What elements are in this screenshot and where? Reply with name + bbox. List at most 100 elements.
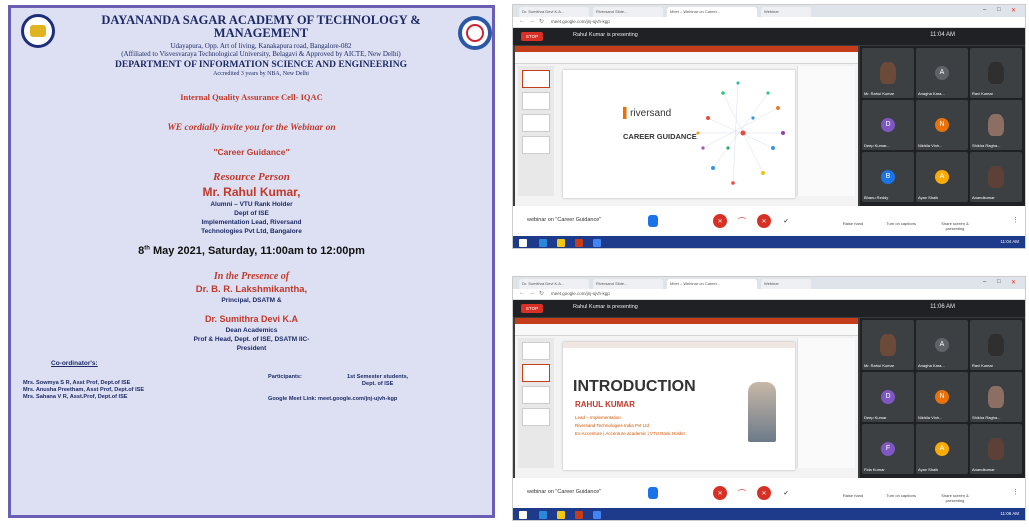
captions-label[interactable]: Turn on captions [883, 493, 919, 498]
slide-thumbnail[interactable] [522, 342, 550, 360]
slide-title: CAREER GUIDANCE [623, 132, 697, 141]
back-icon[interactable]: ← [519, 290, 525, 296]
browser-tab[interactable]: Riversand Slide... [593, 279, 663, 289]
edge-icon[interactable] [539, 511, 547, 519]
speaker-photo [748, 382, 776, 442]
principal-role: Principal, DSATM & [221, 297, 282, 304]
stop-presenting-button[interactable]: STOP [521, 304, 543, 313]
browser-tab[interactable]: Riversand Slide... [593, 7, 663, 17]
maximize-icon[interactable]: □ [997, 7, 1001, 13]
browser-tab-active[interactable]: Meet – Webinar on Career... [667, 7, 757, 17]
raise-hand-button[interactable]: Raise hand [835, 493, 871, 498]
participant-tile[interactable]: Mr. Rahul Kumar [862, 48, 914, 98]
windows-start-icon[interactable] [519, 511, 527, 519]
participant-tile[interactable]: F Fida Kumar [862, 424, 914, 474]
minimize-icon[interactable]: – [983, 279, 986, 285]
mic-off-button[interactable]: ✕ [713, 486, 727, 500]
forward-icon[interactable]: → [529, 290, 535, 296]
participant-tile[interactable]: A Ayan Shaik [916, 424, 968, 474]
participant-tile[interactable]: Ravi Kumar [970, 320, 1022, 370]
address-bar[interactable]: ← → ↻ meet.google.com/jnj-ujvh-kgp [513, 289, 1025, 300]
browser-tab[interactable]: Webinar [761, 279, 811, 289]
meet-link: Google Meet Link: meet.google.com/jnj-uj… [268, 396, 398, 402]
more-options-icon[interactable]: ⋮ [1012, 216, 1019, 224]
participant-tile[interactable]: A Anagha Kara... [916, 48, 968, 98]
close-icon[interactable]: ✕ [1011, 279, 1016, 286]
mic-off-button[interactable]: ✕ [713, 214, 727, 228]
windows-start-icon[interactable] [519, 239, 527, 247]
participant-video [988, 438, 1004, 460]
slide-thumbnail[interactable] [522, 136, 550, 154]
participant-tile[interactable]: D Deep Kumar [862, 372, 914, 422]
close-icon[interactable]: ✕ [1011, 7, 1016, 14]
participant-tile[interactable]: Shikha Ragha... [970, 100, 1022, 150]
slide-thumbnail[interactable] [522, 114, 550, 132]
participant-tile[interactable]: A Anagha Kara... [916, 320, 968, 370]
participant-tile[interactable]: Anandkumar [970, 424, 1022, 474]
camera-off-button[interactable]: ✕ [757, 214, 771, 228]
slide-thumbnail[interactable] [522, 92, 550, 110]
meet-controls: webinar on "Career Guidance" ✕ ⌒ ✕ ✔ Rai… [513, 478, 1025, 508]
participant-tile[interactable]: N Nikhila Vinh... [916, 100, 968, 150]
participant-tile[interactable]: B Bhanu Reddy [862, 152, 914, 202]
participant-tile[interactable]: Mr. Rahul Kumar [862, 320, 914, 370]
edge-icon[interactable] [539, 239, 547, 247]
browser-tab[interactable]: Dr. Sumithra Devi K.A... [519, 7, 589, 17]
captions-label[interactable]: Turn on captions [883, 221, 919, 226]
captions-button[interactable]: ✔ [779, 486, 793, 500]
address-bar[interactable]: ← → ↻ meet.google.com/jnj-ujvh-kgp [513, 17, 1025, 28]
iqac-heading: Internal Quality Assurance Cell- IQAC [180, 92, 323, 102]
current-slide: ▌riversand CAREER GUIDANCE [563, 70, 795, 198]
participant-tile[interactable]: Ravi Kumar [970, 48, 1022, 98]
folder-icon[interactable] [557, 239, 565, 247]
shield-icon[interactable] [648, 215, 658, 227]
department-name: DEPARTMENT OF INFORMATION SCIENCE AND EN… [115, 60, 407, 70]
camera-off-button[interactable]: ✕ [757, 486, 771, 500]
url-text[interactable]: meet.google.com/jnj-ujvh-kgp [551, 291, 851, 298]
url-text[interactable]: meet.google.com/jnj-ujvh-kgp [551, 19, 851, 26]
powerpoint-icon[interactable] [575, 511, 583, 519]
browser-tab[interactable]: Webinar [761, 7, 811, 17]
participant-tile[interactable]: Shikha Ragha... [970, 372, 1022, 422]
shield-icon[interactable] [648, 487, 658, 499]
reload-icon[interactable]: ↻ [539, 290, 544, 297]
webinar-title: "Career Guidance" [213, 147, 290, 157]
participant-tile[interactable]: N Nikhila Vinh... [916, 372, 968, 422]
folder-icon[interactable] [557, 511, 565, 519]
maximize-icon[interactable]: □ [997, 279, 1001, 285]
slide-thumbnail[interactable] [522, 408, 550, 426]
participant-video [988, 114, 1004, 136]
browser-tab[interactable]: Dr. Sumithra Devi K.A... [519, 279, 589, 289]
end-call-button[interactable]: ⌒ [735, 214, 749, 228]
reload-icon[interactable]: ↻ [539, 18, 544, 25]
presence-heading: In the Presence of [213, 271, 290, 282]
stop-presenting-button[interactable]: STOP [521, 32, 543, 41]
meeting-time: 11:04 AM [930, 32, 955, 38]
meet-screenshot-2: Dr. Sumithra Devi K.A... Riversand Slide… [512, 276, 1026, 521]
more-options-icon[interactable]: ⋮ [1012, 488, 1019, 496]
back-icon[interactable]: ← [519, 18, 525, 24]
resource-person-heading: Resource Person [213, 171, 290, 183]
participant-video [880, 334, 896, 356]
end-call-button[interactable]: ⌒ [735, 486, 749, 500]
powerpoint-icon[interactable] [575, 239, 583, 247]
participant-tile[interactable]: Anandkumar [970, 152, 1022, 202]
slide-thumbnail[interactable] [522, 386, 550, 404]
participant-video [988, 334, 1004, 356]
slide-thumbnail[interactable] [522, 70, 550, 88]
raise-hand-button[interactable]: Raise hand [835, 221, 871, 226]
browser-tab-active[interactable]: Meet – Webinar on Career... [667, 279, 757, 289]
participant-tile[interactable]: A Ayan Shaik [916, 152, 968, 202]
chrome-icon[interactable] [593, 239, 601, 247]
present-button[interactable]: Share screen & presenting [937, 221, 973, 231]
ppt-side-panel [797, 66, 855, 196]
present-button[interactable]: Share screen & presenting [937, 493, 973, 503]
minimize-icon[interactable]: – [983, 7, 986, 13]
meeting-name: webinar on "Career Guidance" [527, 489, 602, 495]
college-name: DAYANANDA SAGAR ACADEMY OF TECHNOLOGY & … [101, 13, 421, 40]
captions-button[interactable]: ✔ [779, 214, 793, 228]
chrome-icon[interactable] [593, 511, 601, 519]
slide-thumbnail[interactable] [522, 364, 550, 382]
forward-icon[interactable]: → [529, 18, 535, 24]
participant-tile[interactable]: D Deep Kumar... [862, 100, 914, 150]
